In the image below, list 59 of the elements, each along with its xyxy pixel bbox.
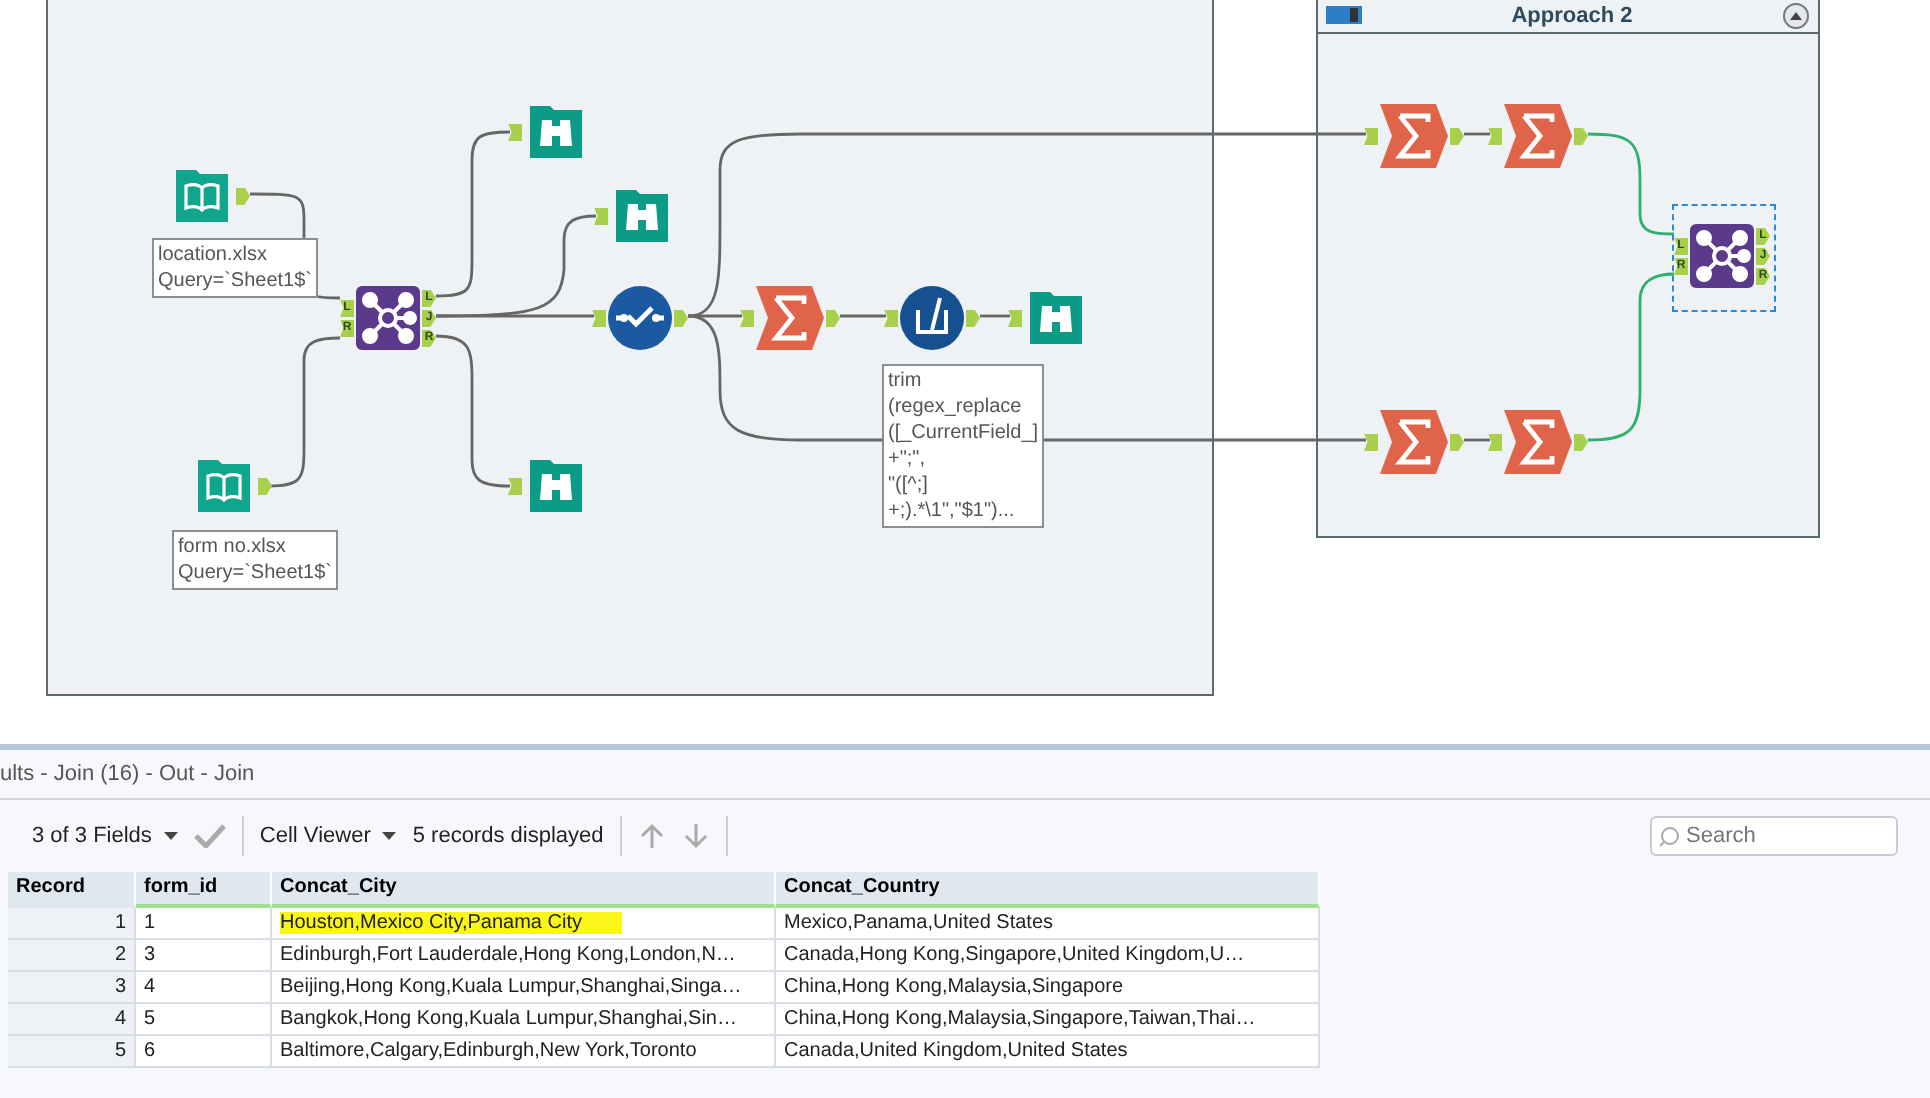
arrow-down-icon[interactable] xyxy=(681,822,710,850)
table-cell: 5 xyxy=(136,1004,272,1036)
binoculars-icon[interactable] xyxy=(524,454,588,518)
sigma-icon[interactable] xyxy=(1380,104,1448,168)
connection-line xyxy=(1464,438,1490,442)
record-number: 1 xyxy=(8,908,136,940)
table-cell: 6 xyxy=(136,1036,272,1068)
table-cell: Beijing,Hong Kong,Kuala Lumpur,Shanghai,Singa… xyxy=(272,972,776,1004)
table-cell: China,Hong Kong,Malaysia,Singapore xyxy=(776,972,1320,1004)
column-header[interactable]: form_id xyxy=(136,872,272,908)
table-cell: Baltimore,Calgary,Edinburgh,New York,Toronto xyxy=(272,1036,776,1068)
connection-line xyxy=(1464,132,1490,136)
record-count: 5 records displayed xyxy=(412,824,604,848)
binoculars-icon[interactable] xyxy=(1024,286,1088,350)
table-cell: 1 xyxy=(136,908,272,940)
record-number: 5 xyxy=(8,1036,136,1068)
record-number: 4 xyxy=(8,1004,136,1036)
sigma-icon[interactable] xyxy=(756,286,824,350)
record-number: 2 xyxy=(8,940,136,972)
join-icon[interactable] xyxy=(356,286,420,350)
table-cell: Houston,Mexico City,Panama City xyxy=(272,908,776,940)
binoculars-icon[interactable] xyxy=(610,184,674,248)
table-cell: Canada,Hong Kong,Singapore,United Kingdom,U… xyxy=(776,940,1320,972)
toggle-icon[interactable] xyxy=(1326,6,1362,24)
results-title: ults - Join (16) - Out - Join xyxy=(0,750,1930,800)
beaker-icon[interactable] xyxy=(900,286,964,350)
table-cell: Bangkok,Hong Kong,Kuala Lumpur,Shanghai,Sin… xyxy=(272,1004,776,1036)
sigma-icon[interactable] xyxy=(1504,410,1572,474)
caret-icon xyxy=(163,832,178,840)
table-cell: Edinburgh,Fort Lauderdale,Hong Kong,London,N… xyxy=(272,940,776,972)
book-icon[interactable] xyxy=(192,454,256,518)
check-circle-icon[interactable] xyxy=(608,286,672,350)
join-icon[interactable] xyxy=(1690,224,1754,288)
record-number: 3 xyxy=(8,972,136,1004)
sigma-icon[interactable] xyxy=(1504,104,1572,168)
column-header[interactable]: Concat_City xyxy=(272,872,776,908)
caret-icon xyxy=(382,832,397,840)
table-cell: 4 xyxy=(136,972,272,1004)
tool-annotation: form no.xlsx Query=`Sheet1$` xyxy=(172,530,338,590)
table-cell: 3 xyxy=(136,940,272,972)
binoculars-icon[interactable] xyxy=(524,100,588,164)
table-cell: Canada,United Kingdom,United States xyxy=(776,1036,1320,1068)
sigma-icon[interactable] xyxy=(1380,410,1448,474)
book-icon[interactable] xyxy=(170,164,234,228)
column-header[interactable]: Record xyxy=(8,872,136,908)
check-icon[interactable] xyxy=(193,824,226,848)
search-field[interactable]: Search xyxy=(1650,816,1898,856)
collapse-icon[interactable] xyxy=(1781,1,1810,29)
column-header[interactable]: Concat_Country xyxy=(776,872,1320,908)
table-cell: Mexico,Panama,United States xyxy=(776,908,1320,940)
fields-dropdown[interactable]: 3 of 3 Fields xyxy=(32,820,178,852)
container-title: Approach 2 xyxy=(1511,3,1633,27)
cell-viewer-dropdown[interactable]: Cell Viewer xyxy=(259,820,397,852)
connection-line xyxy=(1588,132,1674,236)
tool-annotation: location.xlsx Query=`Sheet1$` xyxy=(152,238,318,298)
tool-annotation: trim (regex_replace ([_CurrentField_] +";", "([^;] +;).*\1","$1")... xyxy=(882,364,1045,528)
search-icon xyxy=(1658,826,1680,848)
table-cell: China,Hong Kong,Malaysia,Singapore,Taiwan,Thai… xyxy=(776,1004,1320,1036)
arrow-up-icon[interactable] xyxy=(637,822,666,850)
